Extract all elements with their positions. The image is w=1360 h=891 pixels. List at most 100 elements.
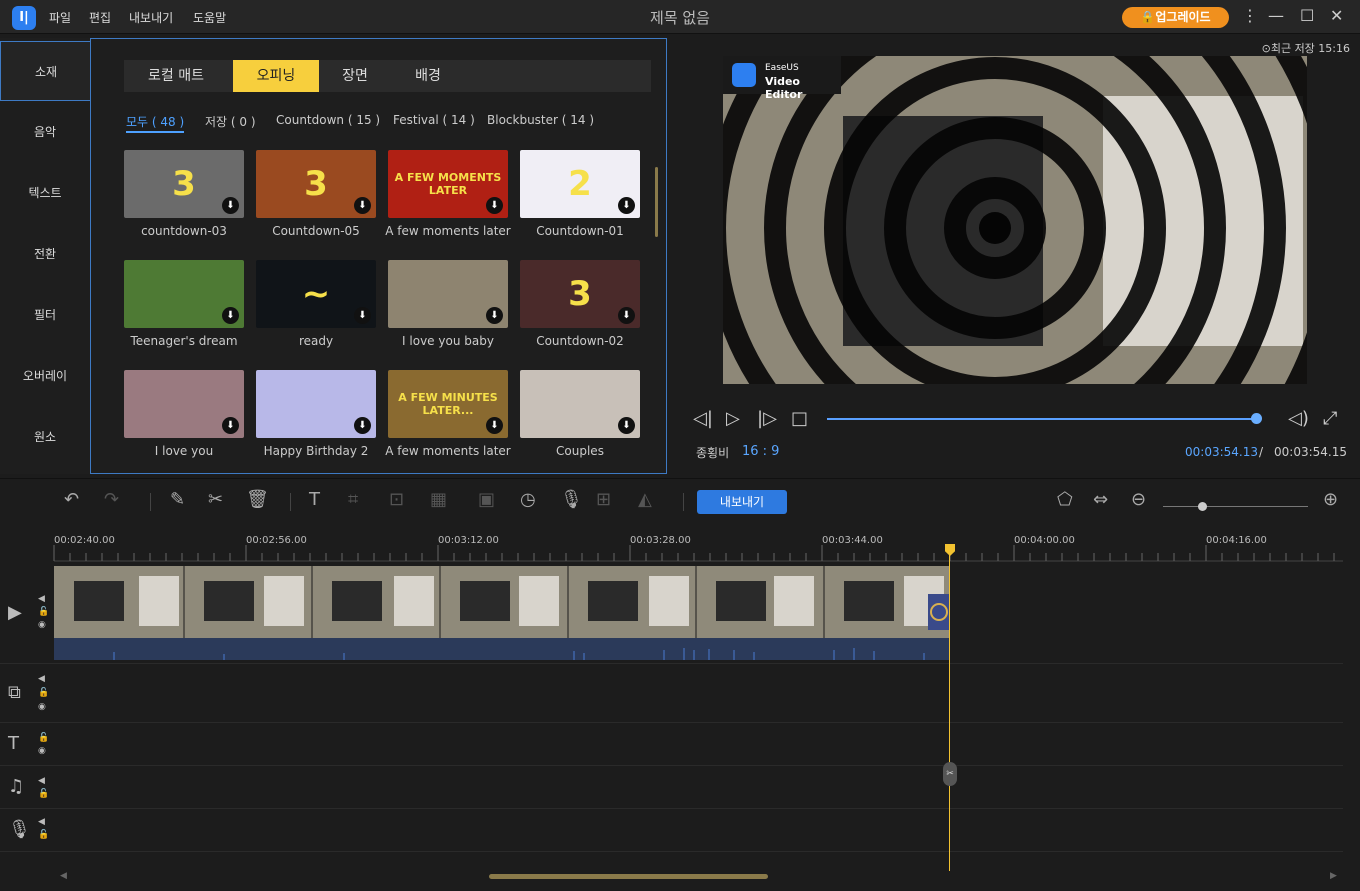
fit-timeline-icon[interactable]: ⇔ <box>1093 489 1108 510</box>
media-scrollbar[interactable] <box>655 167 658 237</box>
filter-countdown[interactable]: Countdown ( 15 ) <box>276 113 380 127</box>
filter-blockbuster[interactable]: Blockbuster ( 14 ) <box>487 113 594 127</box>
template-thumbnail[interactable]: 2 ⬇ <box>520 150 640 218</box>
mosaic-icon[interactable]: ▦ <box>430 489 447 510</box>
download-icon[interactable]: ⬇ <box>222 197 239 214</box>
lock-icon[interactable]: 🔓 <box>38 688 49 698</box>
download-icon[interactable]: ⬇ <box>222 307 239 324</box>
lock-icon[interactable]: 🔓 <box>38 733 49 743</box>
timeline-ruler[interactable]: 00:02:40.00 00:02:56.00 00:03:12.00 00:03:2… <box>0 527 1343 562</box>
template-thumbnail[interactable]: ⬇ <box>388 260 508 328</box>
template-thumbnail[interactable]: 3 ⬇ <box>256 150 376 218</box>
zoom-slider-knob[interactable] <box>1198 502 1208 511</box>
zoom-in-icon[interactable]: ⊕ <box>1323 489 1338 510</box>
filter-festival[interactable]: Festival ( 14 ) <box>393 113 475 127</box>
template-thumbnail[interactable]: ⬇ <box>124 260 244 328</box>
playback-scrubber[interactable] <box>1251 413 1262 424</box>
template-thumbnail[interactable]: 3 ⬇ <box>124 150 244 218</box>
speaker-icon[interactable]: ◀ <box>38 776 45 786</box>
download-icon[interactable]: ⬇ <box>618 197 635 214</box>
template-thumbnail[interactable]: ⬇ <box>520 370 640 438</box>
upgrade-button[interactable]: 🔒업그레이드 <box>1122 7 1229 28</box>
zoom-slider[interactable] <box>1163 506 1308 507</box>
template-thumbnail[interactable]: ~ ⬇ <box>256 260 376 328</box>
download-icon[interactable]: ⬇ <box>354 197 371 214</box>
marker-icon[interactable]: ⬠ <box>1057 489 1073 510</box>
next-frame-icon[interactable]: |▷ <box>757 408 777 429</box>
scroll-left-icon[interactable]: ◀ <box>60 871 67 881</box>
tab-background[interactable]: 배경 <box>394 60 462 92</box>
template-label: Couples <box>556 444 604 458</box>
last-saved-text: ⊙최근 저장 15:16 <box>1261 42 1350 55</box>
freeze-icon[interactable]: ▣ <box>478 489 495 510</box>
download-icon[interactable]: ⬇ <box>618 307 635 324</box>
speed-clock-icon[interactable]: ◷ <box>520 489 536 510</box>
download-icon[interactable]: ⬇ <box>354 307 371 324</box>
zoom-out-icon[interactable]: ⊖ <box>1131 489 1146 510</box>
template-thumbnail[interactable]: 3 ⬇ <box>520 260 640 328</box>
ruler-tick-label: 00:03:28.00 <box>630 535 691 546</box>
playhead-line[interactable] <box>949 553 950 871</box>
nav-item-media[interactable]: 소재 <box>0 41 91 101</box>
filter-saved[interactable]: 저장 ( 0 ) <box>205 113 256 130</box>
redo-icon[interactable]: ↷ <box>104 489 119 510</box>
play-icon[interactable]: ▷ <box>726 408 740 429</box>
download-icon[interactable]: ⬇ <box>222 417 239 434</box>
eye-icon[interactable]: ◉ <box>38 746 46 756</box>
download-icon[interactable]: ⬇ <box>486 417 503 434</box>
export-button[interactable]: 내보내기 <box>697 490 787 514</box>
split-scissors-icon[interactable]: ✂ <box>943 762 957 786</box>
download-icon[interactable]: ⬇ <box>618 417 635 434</box>
video-preview[interactable]: EaseUS Video Editor <box>723 56 1307 384</box>
microphone-icon[interactable]: 🎙 <box>560 489 583 510</box>
previous-frame-icon[interactable]: ◁| <box>693 408 713 429</box>
edit-pencil-icon[interactable]: ✎ <box>170 489 185 510</box>
volume-icon[interactable]: ◁) <box>1288 408 1309 429</box>
download-icon[interactable]: ⬇ <box>354 417 371 434</box>
speaker-icon[interactable]: ◀ <box>38 674 45 684</box>
tab-local-media[interactable]: 로컬 매트 <box>129 60 223 92</box>
zoom-frame-icon[interactable]: ⊡ <box>389 489 404 510</box>
playback-progress[interactable] <box>827 418 1257 420</box>
close-icon[interactable]: ✕ <box>1330 6 1343 25</box>
eye-icon[interactable]: ◉ <box>38 702 46 712</box>
overlay-track-icon: ⧉ <box>8 682 21 703</box>
undo-icon[interactable]: ↶ <box>64 489 79 510</box>
scroll-right-icon[interactable]: ▶ <box>1330 871 1337 881</box>
speaker-icon[interactable]: ◀ <box>38 594 45 604</box>
aspect-ratio-value[interactable]: 16 : 9 <box>742 444 779 459</box>
tab-opening[interactable]: 오피닝 <box>233 60 319 92</box>
template-thumbnail[interactable]: ⬇ <box>256 370 376 438</box>
eye-icon[interactable]: ◉ <box>38 620 46 630</box>
template-thumbnail[interactable]: A FEW MINUTES LATER... ⬇ <box>388 370 508 438</box>
template-thumbnail[interactable]: A FEW MOMENTS LATER ⬇ <box>388 150 508 218</box>
timeline-horizontal-scrollbar[interactable] <box>489 874 768 879</box>
text-icon[interactable]: T <box>309 489 320 510</box>
download-icon[interactable]: ⬇ <box>486 197 503 214</box>
maximize-icon[interactable]: ☐ <box>1300 6 1314 25</box>
scissors-icon[interactable]: ✂ <box>208 489 223 510</box>
tab-scene[interactable]: 장면 <box>321 60 389 92</box>
trash-icon[interactable]: 🗑 <box>246 489 269 510</box>
stop-icon[interactable]: □ <box>791 408 808 429</box>
filter-all[interactable]: 모두 ( 48 ) <box>126 113 185 133</box>
nav-item-transition[interactable]: 전환 <box>0 224 90 284</box>
nav-item-overlay[interactable]: 오버레이 <box>0 346 90 406</box>
download-icon[interactable]: ⬇ <box>486 307 503 324</box>
fullscreen-icon[interactable]: ⤢ <box>1323 408 1337 429</box>
more-options-icon[interactable]: ⋮ <box>1242 6 1258 25</box>
video-clip[interactable] <box>54 566 950 638</box>
paint-bucket-icon[interactable]: ◭ <box>638 489 652 510</box>
nav-item-text[interactable]: 텍스트 <box>0 163 90 223</box>
webcam-icon[interactable]: ⊞ <box>596 489 611 510</box>
speaker-icon[interactable]: ◀ <box>38 817 45 827</box>
lock-icon[interactable]: 🔓 <box>38 830 49 840</box>
nav-item-filter[interactable]: 필터 <box>0 285 90 345</box>
crop-icon[interactable]: ⌗ <box>348 489 358 510</box>
nav-item-music[interactable]: 음악 <box>0 102 90 162</box>
lock-icon[interactable]: 🔓 <box>38 789 49 799</box>
template-thumbnail[interactable]: ⬇ <box>124 370 244 438</box>
nav-item-element[interactable]: 원소 <box>0 407 90 467</box>
minimize-icon[interactable]: — <box>1268 6 1284 25</box>
lock-icon[interactable]: 🔓 <box>38 607 49 617</box>
